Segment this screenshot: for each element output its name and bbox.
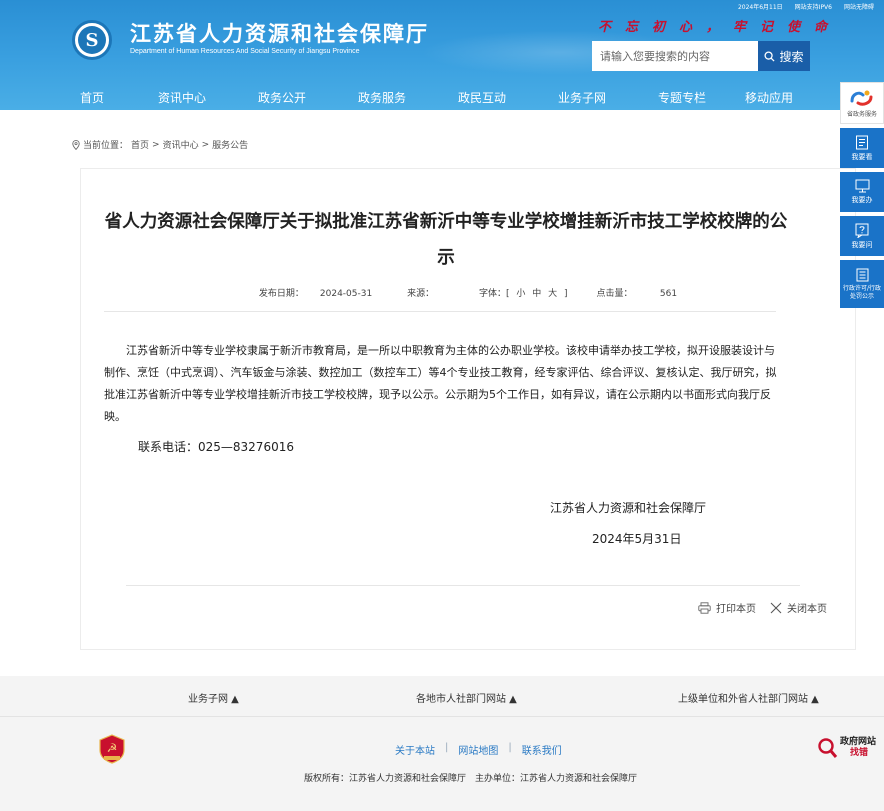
slogan: 不忘初心，牢记使命 (598, 20, 842, 35)
footer-superior-sites[interactable]: 上级单位和外省人社部门网站 ▲ (678, 690, 819, 705)
printer-icon (698, 601, 711, 614)
signature-date: 2024年5月31日 (592, 532, 682, 546)
breadcrumb: 当前位置： 首页 > 资讯中心 > 服务公告 (72, 138, 248, 151)
nav-news[interactable]: 资讯中心 (158, 89, 206, 106)
breadcrumb-home[interactable]: 首页 (131, 138, 149, 151)
bottom-divider (126, 585, 800, 586)
logo-emblem-icon: S (78, 26, 106, 54)
print-label: 打印本页 (716, 604, 756, 615)
breadcrumb-sep: > (152, 139, 160, 150)
nav-mobile[interactable]: 移动应用 (745, 89, 793, 106)
article-body: 江苏省新沂中等专业学校隶属于新沂市教育局，是一所以中职教育为主体的公办职业学校。… (104, 344, 777, 423)
breadcrumb-news[interactable]: 资讯中心 (163, 138, 199, 151)
top-bar: 2024年6月11日 网站支持IPV6 网站无障碍 (738, 2, 874, 11)
footer-nav: 关于本站 | 网站地图 | 联系我们 (395, 742, 562, 757)
footer-city-sites[interactable]: 各地市人社部门网站 ▲ (416, 690, 517, 705)
title-divider (104, 311, 776, 312)
close-page-button[interactable]: 关闭本页 (770, 600, 827, 615)
list-document-icon (856, 268, 868, 281)
accessibility-link[interactable]: 网站无障碍 (844, 2, 874, 11)
close-label: 关闭本页 (787, 604, 827, 615)
search-button[interactable]: 搜索 (758, 41, 810, 71)
font-small-button[interactable]: 小 (516, 289, 525, 299)
ipv6-link[interactable]: 网站支持IPV6 (795, 2, 832, 11)
nav-gov-open[interactable]: 政务公开 (258, 89, 306, 106)
nav-business[interactable]: 业务子网 (558, 89, 606, 106)
svg-text:☭: ☭ (107, 741, 118, 755)
side-btn-view[interactable]: 我要看 (840, 128, 884, 168)
font-large-button[interactable]: 大 (548, 289, 557, 299)
site-title[interactable]: 江苏省人力资源和社会保障厅 (130, 18, 429, 48)
top-date: 2024年6月11日 (737, 4, 783, 11)
article-source: 来源： (407, 289, 435, 299)
publish-date: 发布日期： 2024-05-31 (258, 289, 373, 299)
print-button[interactable]: 打印本页 (698, 600, 756, 615)
article-meta: 发布日期： 2024-05-31 来源： 字体：[ 小 中 大 ] 点击量： 56… (80, 286, 856, 299)
error-report-line1: 政府网站 (840, 737, 877, 747)
side-btn-ask[interactable]: 我要问 (840, 216, 884, 256)
main-nav: 首页 资讯中心 政务公开 政务服务 政民互动 业务子网 专题专栏 移动应用 (0, 82, 884, 110)
nav-home[interactable]: 首页 (80, 89, 104, 106)
search-input[interactable] (592, 41, 758, 71)
side-float-panel: 省政务服务 我要看 我要办 我要问 行政许可/行政处罚公示 (840, 82, 884, 308)
nav-interaction[interactable]: 政民互动 (458, 89, 506, 106)
click-count: 点击量： 561 (596, 289, 678, 299)
contact-phone: 联系电话：025—83276016 (138, 440, 294, 454)
footer-business-subnet[interactable]: 业务子网 ▲ (188, 690, 239, 705)
party-badge-icon[interactable]: ☭ (98, 734, 126, 764)
side-btn-handle[interactable]: 我要办 (840, 172, 884, 212)
location-pin-icon (72, 139, 80, 150)
breadcrumb-current[interactable]: 服务公告 (212, 138, 248, 151)
font-size-control: 字体：[ 小 中 大 ] (478, 289, 568, 299)
font-medium-button[interactable]: 中 (532, 289, 541, 299)
close-icon (770, 602, 782, 613)
computer-icon (855, 179, 869, 193)
footer-divider (0, 716, 884, 717)
error-report-line2: 找错 (850, 748, 869, 758)
gov-site-error-report[interactable]: 政府网站 找错 (818, 733, 882, 763)
site-subtitle: Department of Human Resources And Social… (130, 48, 360, 55)
footer-about[interactable]: 关于本站 (395, 742, 435, 757)
footer-contact[interactable]: 联系我们 (522, 742, 562, 757)
copyright: 版权所有：江苏省人力资源和社会保障厅 主办单位：江苏省人力资源和社会保障厅 (304, 774, 638, 784)
question-icon (855, 223, 869, 238)
search-icon (764, 50, 776, 62)
error-report-icon (818, 738, 838, 758)
nav-gov-service[interactable]: 政务服务 (358, 89, 406, 106)
signature-org: 江苏省人力资源和社会保障厅 (550, 501, 707, 515)
nav-topics[interactable]: 专题专栏 (658, 89, 706, 106)
document-view-icon (856, 135, 868, 149)
footer-sitemap[interactable]: 网站地图 (458, 742, 498, 757)
search-button-label: 搜索 (779, 49, 804, 64)
article-title: 省人力资源社会保障厅关于拟批准江苏省新沂中等专业学校增挂新沂市技工学校校牌的公示 (104, 212, 788, 268)
side-btn-permit[interactable]: 行政许可/行政处罚公示 (840, 260, 884, 308)
site-logo[interactable]: S (72, 20, 112, 60)
breadcrumb-prefix: 当前位置： (83, 141, 129, 151)
site-header: 2024年6月11日 网站支持IPV6 网站无障碍 S 江苏省人力资源和社会保障… (0, 0, 884, 110)
article-tools: 打印本页 关闭本页 (698, 600, 827, 615)
breadcrumb-sep: > (201, 139, 210, 150)
